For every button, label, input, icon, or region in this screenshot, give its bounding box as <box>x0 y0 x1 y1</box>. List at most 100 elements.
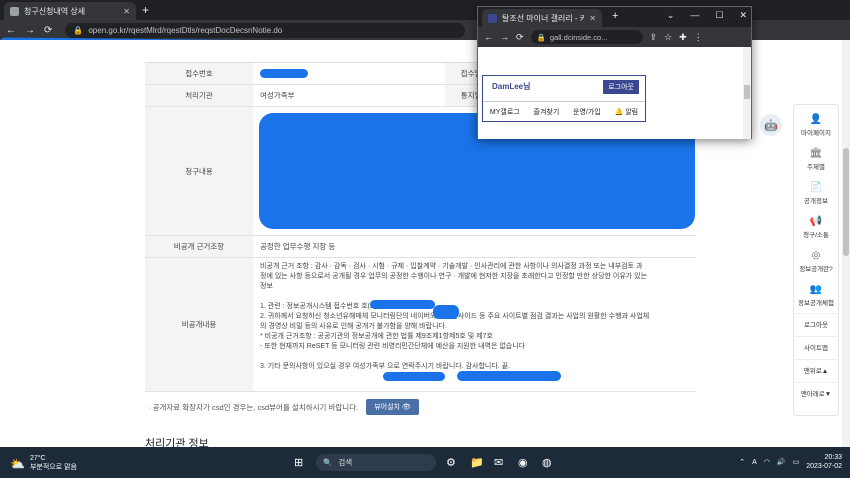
folder-icon[interactable]: 📁 <box>470 456 484 469</box>
temperature: 27°C <box>29 455 46 462</box>
back-icon[interactable]: ← <box>6 25 16 36</box>
quick-menu: 👤 마이페이지 🏛 주제별 📄 공개정보 📢 청구/소통 ◎ 정보공개란? 👥 정보공개체험… <box>793 104 839 416</box>
text-line: 정에 있는 사항 등으로서 공개될 경우 업무의 공정한 수행이나 연구 · 개… <box>260 273 648 280</box>
nav-gallog[interactable]: MY갤로그 <box>490 107 520 117</box>
windows-start-icon[interactable]: ⊞ <box>294 456 303 469</box>
quick-menu-about[interactable]: ◎ 정보공개란? <box>799 245 833 277</box>
new-tab-button[interactable]: + <box>612 10 618 22</box>
scroll-top-button[interactable]: 맨위로▲ <box>794 359 838 380</box>
megaphone-icon: 📢 <box>809 215 823 227</box>
nav-favorites[interactable]: 즐겨찾기 <box>534 107 560 117</box>
redaction-mark <box>457 371 561 381</box>
chevron-up-icon[interactable]: ⌃ <box>739 458 745 466</box>
forward-icon[interactable]: → <box>25 25 35 36</box>
building-icon: 🏛 <box>809 147 823 159</box>
quick-menu-label: 청구/소통 <box>803 231 829 239</box>
user-name[interactable]: DamLee님 <box>492 81 531 92</box>
scrollbar-thumb[interactable] <box>843 148 849 256</box>
weather-widget[interactable]: ⛅ 27°C 부분적으로 맑음 <box>10 455 77 472</box>
table-row: 비공개 근거조항 공정한 업무수행 지장 등 <box>145 236 696 258</box>
logout-button[interactable]: 로그아웃 <box>794 313 838 334</box>
chrome-icon[interactable]: ◍ <box>542 456 552 469</box>
battery-icon[interactable]: ▭ <box>793 458 800 466</box>
taskbar-search[interactable]: 🔍 검색 <box>316 454 436 471</box>
menu-icon[interactable]: ⋮ <box>694 32 703 43</box>
sitemap-button[interactable]: 사이트맵 <box>794 336 838 357</box>
scrollbar-thumb[interactable] <box>744 85 750 99</box>
nav-alerts-label: 알림 <box>625 109 639 116</box>
quick-menu-topic[interactable]: 🏛 주제별 <box>807 143 825 175</box>
quick-menu-request[interactable]: 📢 청구/소통 <box>803 211 829 243</box>
address-bar[interactable]: 🔒 open.go.kr/rqestMlrd/rqestDtls/reqstDo… <box>65 22 466 38</box>
document-icon: 📄 <box>809 181 823 193</box>
maximize-icon[interactable]: ☐ <box>715 10 723 21</box>
viewer-install-button[interactable]: 뷰어설치 👁 <box>366 399 419 415</box>
row-value: 여성가족부 <box>260 91 295 100</box>
browser-tab[interactable]: 청구신청내역 상세 ✕ <box>4 2 136 20</box>
lock-icon: 🔒 <box>73 25 84 35</box>
page-scrollbar[interactable] <box>842 40 850 447</box>
quick-menu-label: 정보공개체험 <box>798 299 834 307</box>
close-icon[interactable]: ✕ <box>589 14 596 23</box>
text-line: - 또한 현재까지 ReSET 등 모니터링 관련 비영리민간단체에 예산을 지… <box>260 343 526 350</box>
row-value: 공정한 업무수행 지장 등 <box>260 242 336 251</box>
wifi-icon[interactable]: ◠ <box>764 458 770 466</box>
chatbot-icon[interactable]: 🤖 <box>760 114 782 136</box>
minimize-icon[interactable]: — <box>690 10 699 21</box>
chevron-down-icon[interactable]: ⌄ <box>667 10 675 21</box>
forward-icon[interactable]: → <box>500 32 509 42</box>
star-icon[interactable]: ☆ <box>664 32 672 43</box>
extensions-icon[interactable]: ✚ <box>679 32 687 43</box>
quick-menu-public-info[interactable]: 📄 공개정보 <box>804 177 828 209</box>
nav-alerts[interactable]: 🔔 알림 <box>615 107 639 117</box>
close-icon[interactable]: ✕ <box>739 10 747 21</box>
settings-icon[interactable]: ⚙ <box>446 456 456 469</box>
back-icon[interactable]: ← <box>484 32 493 42</box>
globe-icon <box>10 6 19 16</box>
mail-icon[interactable]: ✉ <box>494 456 503 469</box>
popup-address-bar[interactable]: 🔒 gall.dcinside.co... <box>530 30 643 44</box>
quick-menu-label: 마이페이지 <box>801 129 831 137</box>
text-line: 2. 귀하께서 요청하신 청소년유해매체 모니터링단의 네이버와 디씨인사이드 … <box>260 313 650 320</box>
app-icon[interactable]: ◉ <box>518 456 528 469</box>
popup-tab-title: 탈조선 마이너 갤러리 - 커뮤 <box>502 13 585 23</box>
share-icon[interactable]: ⇪ <box>650 32 658 43</box>
quick-menu-experience[interactable]: 👥 정보공개체험 <box>798 279 834 311</box>
text-line: 정보 <box>260 283 273 290</box>
scroll-bottom-button[interactable]: 맨아래로▼ <box>794 382 838 403</box>
weather-icon: ⛅ <box>10 456 25 471</box>
quick-menu-label: 주제별 <box>807 163 825 171</box>
popup-logout-button[interactable]: 로그아웃 <box>603 80 639 94</box>
search-icon: 🔍 <box>323 458 333 467</box>
row-label: 비공개내용 <box>145 258 253 391</box>
text-line: * 비공개 근거조항 : 공공기관의 정보공개에 관한 법률 제9조제1항제5호… <box>260 333 493 340</box>
weather-text: 부분적으로 맑음 <box>29 464 77 471</box>
redaction-mark <box>433 305 459 319</box>
popup-scrollbar[interactable] <box>743 47 751 139</box>
nav-manage[interactable]: 운영/가입 <box>573 107 601 117</box>
reload-icon[interactable]: ⟳ <box>516 32 524 43</box>
quick-menu-label: 공개정보 <box>804 197 828 205</box>
reload-icon[interactable]: ⟳ <box>44 25 52 36</box>
popup-page: DamLee님 로그아웃 MY갤로그 즐겨찾기 운영/가입 🔔 알림 <box>478 47 751 139</box>
input-language[interactable]: A <box>752 459 757 466</box>
text-line: 비공개 근거 조항 : 감사 · 감독 · 검사 · 시험 · 규제 · 입찰계… <box>260 263 643 270</box>
close-icon[interactable]: ✕ <box>123 7 130 16</box>
clock[interactable]: 20:33 2023-07-02 <box>806 453 842 471</box>
quick-menu-mypage[interactable]: 👤 마이페이지 <box>801 109 831 141</box>
bell-icon: 🔔 <box>614 109 624 116</box>
csd-viewer-note: · 공개자료 확장자가 csd인 경우는, csd뷰어를 설치하시기 바랍니다.… <box>148 399 419 415</box>
popup-tab[interactable]: 탈조선 마이너 갤러리 - 커뮤 ✕ <box>482 9 602 27</box>
text-line <box>260 292 689 302</box>
redaction-mark <box>370 300 435 309</box>
tab-title: 청구신청내역 상세 <box>24 6 86 16</box>
question-icon: ◎ <box>811 249 821 261</box>
people-icon: 👥 <box>809 283 823 295</box>
volume-icon[interactable]: 🔊 <box>777 458 786 466</box>
row-label: 비공개 근거조항 <box>145 236 253 257</box>
date: 2023-07-02 <box>806 463 842 470</box>
popup-tabbar: 탈조선 마이너 갤러리 - 커뮤 ✕ + ⌄ — ☐ ✕ <box>478 7 751 27</box>
user-box: DamLee님 로그아웃 MY갤로그 즐겨찾기 운영/가입 🔔 알림 <box>482 75 646 122</box>
new-tab-button[interactable]: + <box>142 3 149 17</box>
table-row: 비공개내용 비공개 근거 조항 : 감사 · 감독 · 검사 · 시험 · 규제… <box>145 258 696 392</box>
